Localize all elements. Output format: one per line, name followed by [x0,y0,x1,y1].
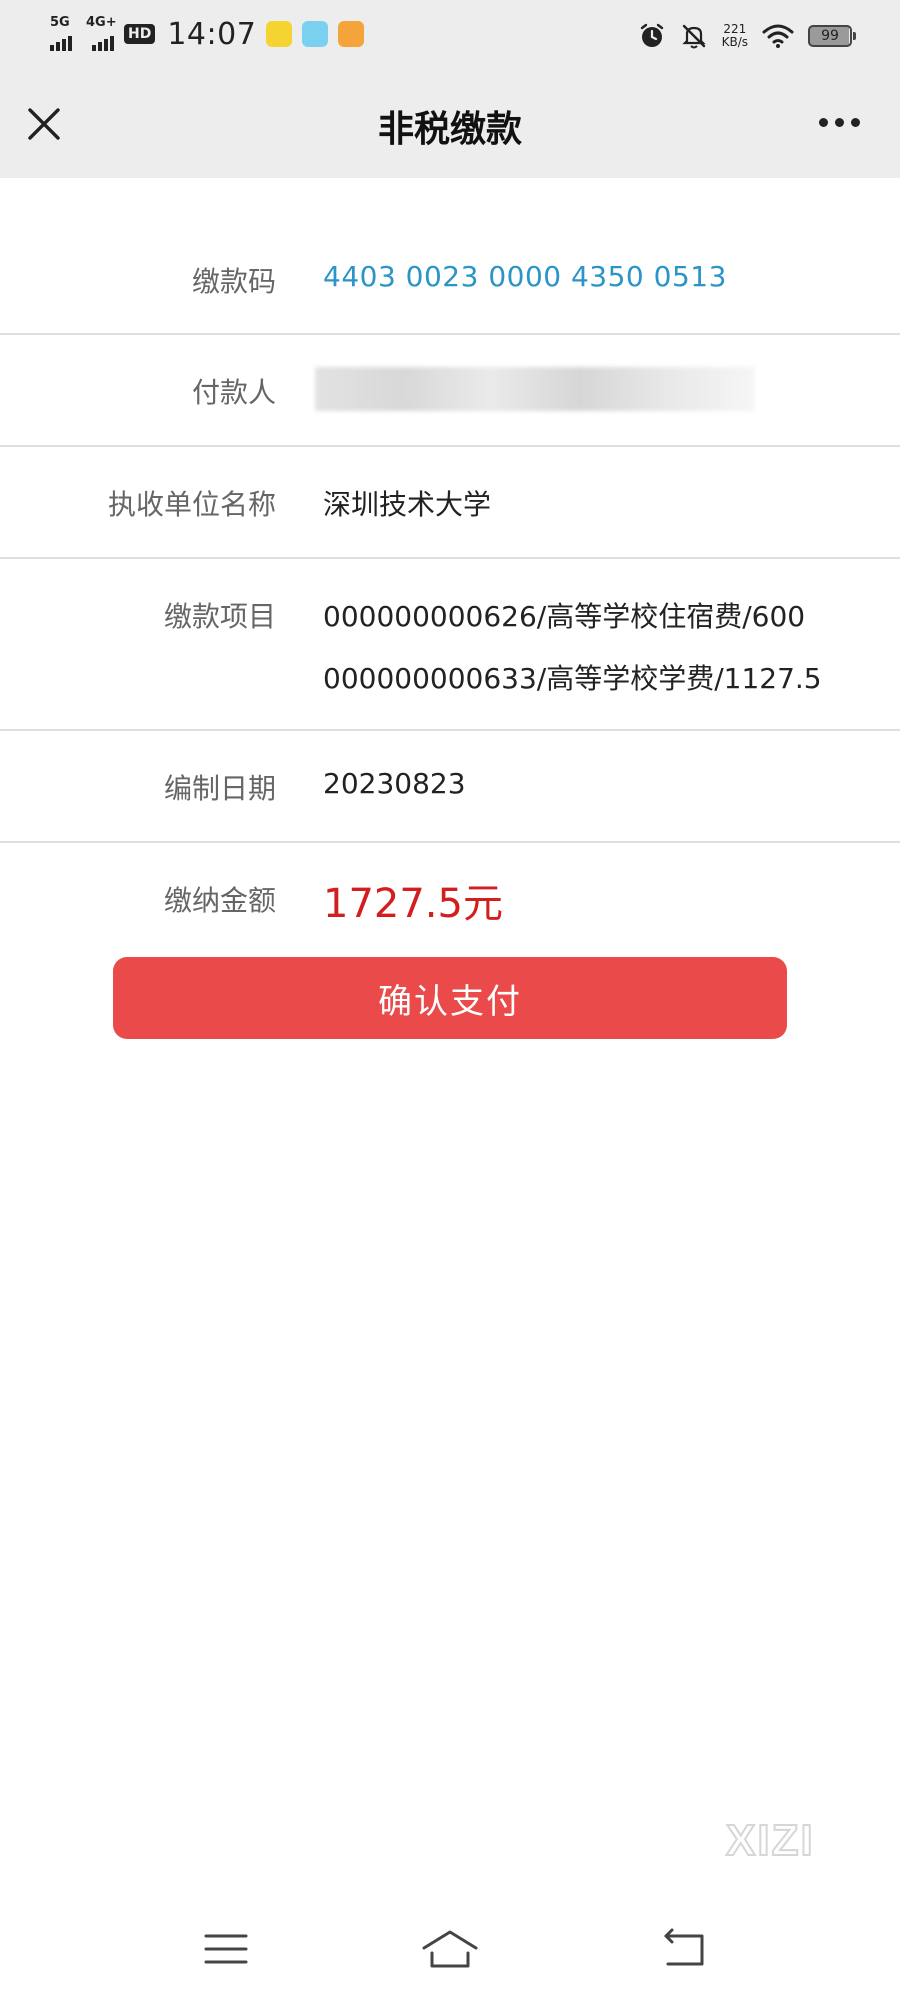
mute-icon [681,24,706,49]
wifi-icon [762,24,794,48]
app-notification-icon [266,21,293,47]
collecting-unit-value: 深圳技术大学 [323,488,492,521]
status-left: 5G 4G+ HD 14:07 [50,14,365,54]
confirm-payment-button[interactable]: 确认支付 [113,957,787,1039]
row-payment-items: 缴款项目 000000000626/高等学校住宿费/600 0000000006… [0,559,900,731]
hd-icon: HD [124,24,156,44]
amount-value: 1727.5元 [323,881,503,927]
signal-4g-icon: 4G+ [86,15,117,51]
row-payment-code: 缴款码 4403 0023 0000 4350 0513 [0,178,900,335]
signal-4g-label: 4G+ [86,15,117,30]
collecting-unit-label: 执收单位名称 [107,488,276,521]
watermark: XIZI [725,1815,815,1866]
back-icon[interactable] [656,1926,716,1972]
app-notification-icon [338,21,365,47]
signal-5g-label: 5G [50,15,70,30]
battery-icon: 99 [808,25,856,47]
menu-icon[interactable] [196,1926,256,1972]
status-right: 221 KB/s 99 [638,16,856,56]
row-payer: 付款人 [0,335,900,447]
home-icon[interactable] [420,1926,480,1972]
system-nav-bar [0,1900,900,2000]
page-title: 非税缴款 [377,109,522,150]
row-compile-date: 编制日期 20230823 [0,731,900,843]
amount-label: 缴纳金额 [163,884,276,917]
more-options-icon[interactable] [819,118,860,127]
status-bar: 5G 4G+ HD 14:07 221 KB/s 99 [0,0,900,70]
payment-item-line: 000000000626/高等学校住宿费/600 [323,600,806,633]
net-speed: 221 KB/s [722,23,748,49]
row-amount: 缴纳金额 1727.5元 [0,843,900,953]
compile-date-value: 20230823 [323,767,466,800]
battery-level: 99 [821,28,839,44]
payment-code-label: 缴款码 [191,265,276,298]
nav-bar: 非税缴款 [0,70,900,178]
payment-details: 缴款码 4403 0023 0000 4350 0513 付款人 执收单位名称 … [0,178,900,953]
row-collecting-unit: 执收单位名称 深圳技术大学 [0,447,900,559]
net-speed-unit: KB/s [721,35,748,49]
signal-5g-icon: 5G [50,15,72,51]
app-notification-icon [302,21,329,47]
payer-redacted [315,367,755,411]
payer-label: 付款人 [191,376,276,409]
alarm-icon [640,23,663,47]
payment-items-label: 缴款项目 [163,600,276,633]
payment-code-value: 4403 0023 0000 4350 0513 [323,260,727,293]
status-time: 14:07 [167,16,257,52]
compile-date-label: 编制日期 [163,772,276,805]
payment-item-line: 000000000633/高等学校学费/1127.5 [323,662,822,695]
